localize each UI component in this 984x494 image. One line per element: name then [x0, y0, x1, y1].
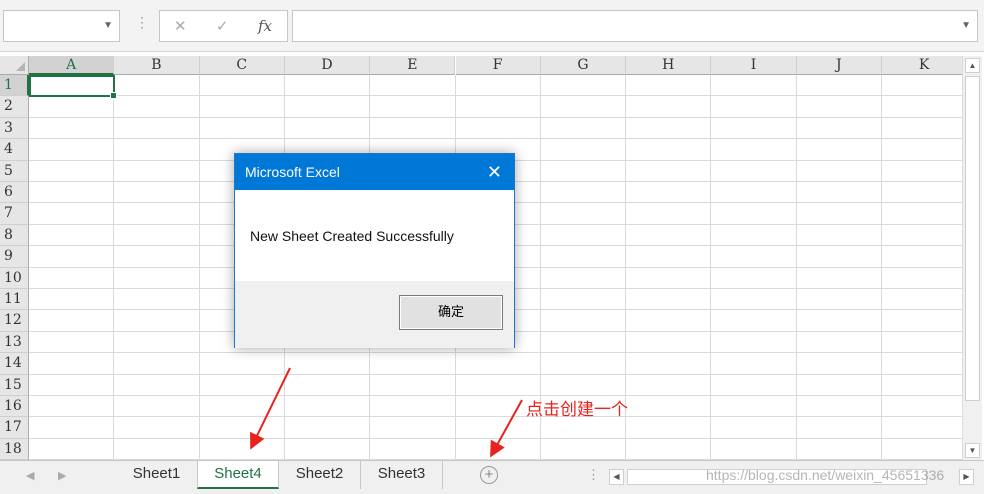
arrow-to-add-sheet [490, 399, 523, 458]
arrow-to-sheet4 [250, 367, 291, 450]
annotation-arrows [250, 367, 523, 458]
